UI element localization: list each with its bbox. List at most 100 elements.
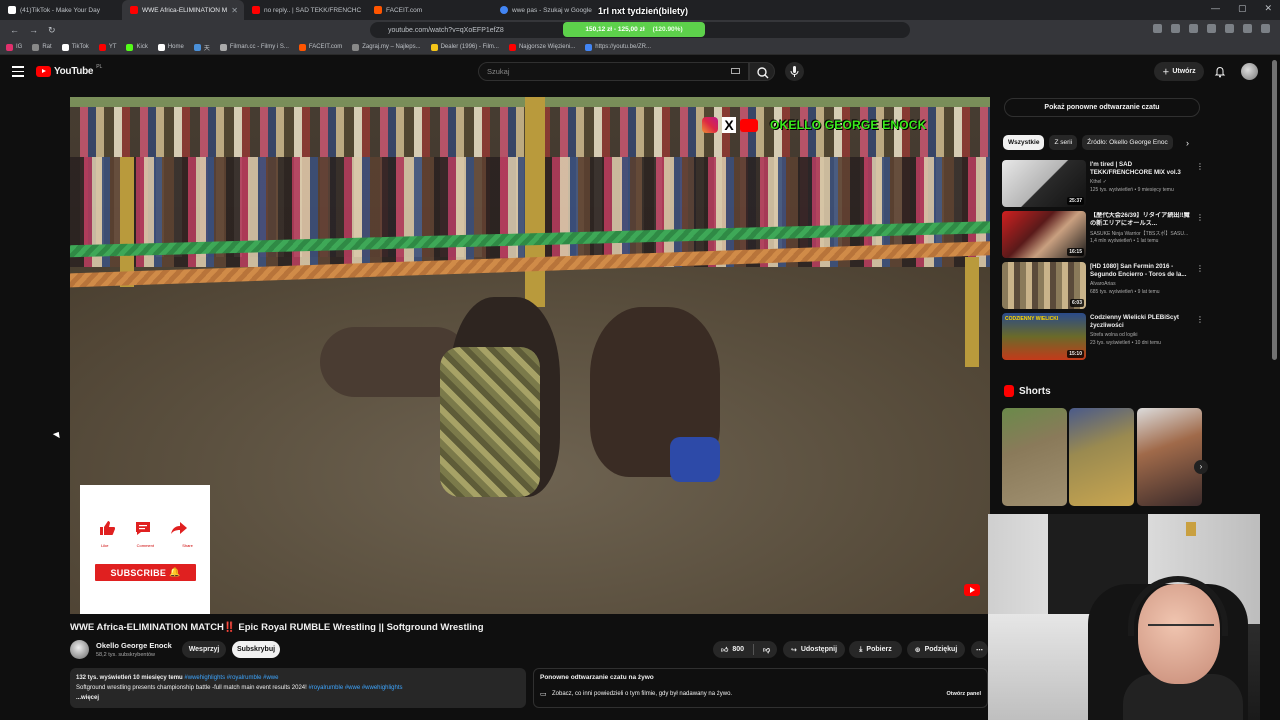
video-frame-post (965, 257, 979, 367)
bookmark[interactable]: TikTok (61, 43, 89, 51)
open-panel-button[interactable]: Otwórz panel (946, 691, 981, 697)
recommendation-title[interactable]: 【歴代大会26/39】リタイア続出‼魔の新エリアにオールス... (1090, 212, 1192, 228)
description-hashtags[interactable]: #wwehighlights #royalrumble #wwe (184, 675, 278, 681)
bookmark[interactable]: Kick (126, 43, 148, 51)
description-hashtags[interactable]: #royalrumble #wwe #wwehighlights (308, 685, 402, 691)
recommendation-channel[interactable]: AlvaroArias (1090, 281, 1202, 287)
recommendation-item[interactable]: CODZIENNY WIELICKI 15:10 Codzienny Wielic… (1002, 313, 1204, 361)
duration-badge: 15:10 (1067, 350, 1084, 358)
recommendation-channel[interactable]: SASUKE Ninja Warrior【TBSスポ】SASU... (1090, 230, 1202, 237)
like-icon[interactable]: 👍︎ (721, 645, 728, 654)
thanks-icon: ⊛ (914, 646, 921, 654)
download-button[interactable]: ⤓ Pobierz (849, 641, 902, 658)
recommendation-meta: 23 tys. wyświetleń • 10 dni temu (1090, 340, 1161, 346)
channel-name[interactable]: Okello George Enock (96, 641, 172, 650)
chip-series[interactable]: Z serii (1049, 135, 1078, 150)
maximize-icon[interactable]: ▢ (1238, 3, 1247, 14)
short-thumbnail[interactable] (1069, 408, 1134, 506)
extension-icon[interactable] (1171, 24, 1180, 33)
extension-icon[interactable] (1189, 24, 1198, 33)
bookmark[interactable]: Rat (32, 43, 52, 51)
keyboard-icon[interactable] (731, 68, 740, 74)
more-actions-button[interactable]: ⋯ (971, 641, 988, 658)
close-tab-icon[interactable]: ✕ (231, 6, 238, 15)
hamburger-menu-icon[interactable] (12, 66, 24, 80)
extension-icon[interactable] (1225, 24, 1234, 33)
back-icon[interactable]: ← (10, 25, 19, 36)
browser-tab[interactable]: no reply.. | SAD TEKK/FRENCHC (244, 0, 366, 20)
description-box[interactable]: 132 tys. wyświetleń 10 miesięcy temu #ww… (70, 668, 526, 708)
browser-tab[interactable]: FACEIT.com (366, 0, 488, 20)
bookmark[interactable]: Filman.cc - Filmy i S... (219, 43, 289, 51)
show-chat-replay-button[interactable]: Pokaż ponowne odtwarzanie czatu (1004, 98, 1200, 117)
chevron-right-icon[interactable]: › (1194, 460, 1208, 474)
navigation-buttons: ← → ↻ (0, 25, 360, 36)
search-input[interactable]: Szukaj (478, 62, 749, 81)
voice-search-button[interactable] (785, 62, 804, 81)
bookmark[interactable]: https://youtu.be/ZR... (585, 43, 651, 51)
bookmarks-bar: IG Rat TikTok YT Kick Home 天 Filman.cc -… (0, 40, 1280, 55)
chip-all[interactable]: Wszystkie (1003, 135, 1045, 150)
video-player[interactable]: X OKELLO GEORGE ENOCK Like Comment Share… (70, 97, 990, 614)
short-thumbnail[interactable] (1137, 408, 1202, 506)
recommendation-channel[interactable]: Kthel ✓ (1090, 179, 1202, 185)
support-button[interactable]: Wesprzyj (182, 641, 226, 658)
extension-icon[interactable] (1243, 24, 1252, 33)
short-thumbnail[interactable] (1002, 408, 1067, 506)
close-window-icon[interactable]: ✕ (1264, 3, 1272, 14)
chevron-right-icon[interactable]: › (1186, 138, 1189, 148)
kebab-menu-icon[interactable]: ⋮ (1196, 213, 1204, 222)
recommendation-title[interactable]: I'm tired | SAD TEKK/FRENCHCORE MIX vol.… (1090, 161, 1192, 177)
recommendation-item[interactable]: 25:37 I'm tired | SAD TEKK/FRENCHCORE MI… (1002, 160, 1204, 208)
description-more-link[interactable]: ...więcej (76, 693, 520, 703)
subscribe-button[interactable]: Subskrybuj (232, 641, 280, 658)
thumbnail-text: CODZIENNY WIELICKI (1005, 316, 1059, 322)
forward-icon[interactable]: → (29, 25, 38, 36)
search-button[interactable] (749, 62, 775, 81)
bookmark[interactable]: Home (157, 43, 184, 51)
browser-tab[interactable]: (41)TikTok - Make Your Day (0, 0, 122, 20)
extension-icon[interactable] (1153, 24, 1162, 33)
reload-icon[interactable]: ↻ (48, 25, 56, 36)
recommendation-item[interactable]: 6:03 [HD 1080] San Fermin 2016 - Segundo… (1002, 262, 1204, 310)
recommendation-thumbnail[interactable]: 16:15 (1002, 211, 1086, 258)
video-social-icons: X (702, 117, 758, 133)
page-scrollbar[interactable] (1272, 60, 1277, 360)
thanks-button[interactable]: ⊛ Podziękuj (907, 641, 965, 658)
account-avatar[interactable] (1241, 63, 1258, 80)
like-dislike-group[interactable]: 👍︎ 800 👎︎ (713, 641, 777, 658)
youtube-logo[interactable]: YouTube PL (36, 64, 102, 77)
bookmark[interactable]: IG (6, 43, 22, 51)
bookmark[interactable]: 天 (193, 43, 210, 52)
browser-tab-active[interactable]: WWE Africa-ELIMINATION M ✕ (122, 0, 244, 20)
chat-icon: ▭ (540, 691, 547, 698)
extension-icon[interactable] (1207, 24, 1216, 33)
bookmark[interactable]: YT (98, 43, 116, 51)
channel-avatar[interactable] (70, 640, 89, 659)
minimize-icon[interactable]: — (1211, 3, 1220, 14)
dislike-icon[interactable]: 👎︎ (763, 645, 770, 654)
recommendation-title[interactable]: [HD 1080] San Fermin 2016 - Segundo Enci… (1090, 263, 1192, 279)
kebab-menu-icon[interactable]: ⋮ (1196, 264, 1204, 273)
bookmark[interactable]: FACEIT.com (298, 43, 342, 51)
recommendation-item[interactable]: 16:15 【歴代大会26/39】リタイア続出‼魔の新エリアにオールス... S… (1002, 211, 1204, 259)
kebab-menu-icon[interactable]: ⋮ (1196, 162, 1204, 171)
share-arrow-icon (170, 519, 188, 537)
chip-source[interactable]: Źródło: Okello George Enoc (1082, 135, 1173, 150)
recommendation-thumbnail[interactable]: 6:03 (1002, 262, 1086, 309)
recommendation-thumbnail[interactable]: CODZIENNY WIELICKI 15:10 (1002, 313, 1086, 360)
recommendation-title[interactable]: Codzienny Wielicki PLEBiScyt życzliwości (1090, 314, 1192, 330)
youtube-watermark-icon[interactable] (964, 584, 980, 596)
bookmark[interactable]: Najgorsze Więzieni... (508, 43, 575, 51)
share-button[interactable]: ↪ Udostępnij (783, 641, 845, 658)
notifications-bell-icon[interactable] (1214, 65, 1226, 78)
bookmark-favicon-icon (298, 43, 306, 51)
kebab-menu-icon[interactable]: ⋮ (1196, 315, 1204, 324)
bookmark[interactable]: Dealer (1996) - Film... (430, 43, 499, 51)
recommendation-channel[interactable]: Strefa wolna od logiki (1090, 332, 1202, 338)
bookmark[interactable]: Zagraj.my – Najleps... (352, 43, 421, 51)
video-title: WWE Africa-ELIMINATION MATCH‼️ Epic Roya… (70, 622, 484, 633)
create-button[interactable]: ＋ Utwórz (1154, 62, 1204, 81)
recommendation-thumbnail[interactable]: 25:37 (1002, 160, 1086, 207)
menu-dots-icon[interactable] (1261, 24, 1270, 33)
